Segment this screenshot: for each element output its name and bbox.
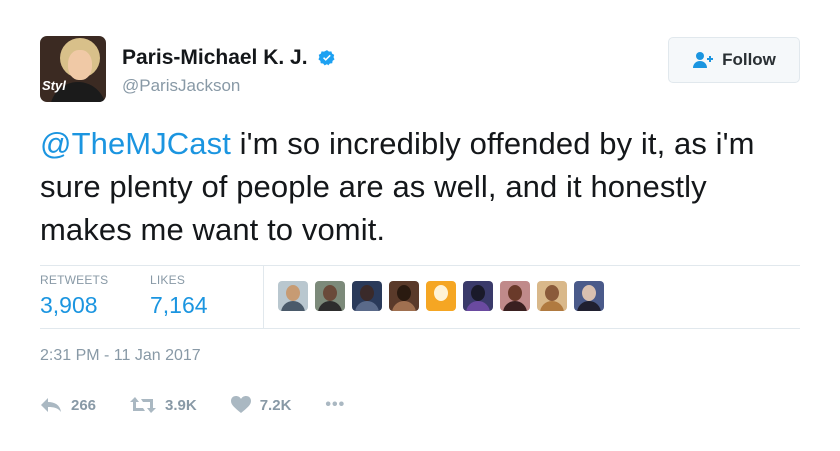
divider xyxy=(40,265,800,266)
stats-separator xyxy=(263,265,264,328)
more-dots-icon: ••• xyxy=(325,396,346,413)
liker-avatar[interactable] xyxy=(352,281,382,311)
likes-label: LIKES xyxy=(150,273,186,287)
verified-badge-icon xyxy=(318,50,335,66)
likes-count: 7,164 xyxy=(150,292,208,318)
retweet-icon xyxy=(130,397,157,413)
like-action[interactable]: 7.2K xyxy=(230,396,292,414)
reply-action[interactable]: 266 xyxy=(40,397,96,414)
liker-avatar[interactable] xyxy=(278,281,308,311)
tweet-timestamp[interactable]: 2:31 PM - 11 Jan 2017 xyxy=(40,347,201,365)
liker-avatar[interactable] xyxy=(537,281,567,311)
liker-avatar[interactable] xyxy=(574,281,604,311)
display-name[interactable]: Paris-Michael K. J. xyxy=(122,46,308,70)
liker-avatar[interactable] xyxy=(463,281,493,311)
follow-user-icon xyxy=(693,52,714,68)
likes-stat[interactable]: LIKES 7,164 xyxy=(150,273,208,319)
tweet-actions: 266 3.9K 7.2K ••• xyxy=(40,393,379,417)
divider xyxy=(40,328,800,329)
liker-avatar[interactable] xyxy=(389,281,419,311)
mention-link[interactable]: @TheMJCast xyxy=(40,126,231,161)
reply-icon xyxy=(41,398,61,412)
tweet-card: Styl Paris-Michael K. J. @ParisJackson F… xyxy=(0,0,840,451)
user-names: Paris-Michael K. J. @ParisJackson xyxy=(122,46,336,96)
user-handle[interactable]: @ParisJackson xyxy=(122,76,336,96)
tweet-text: @TheMJCast i'm so incredibly offended by… xyxy=(40,122,800,251)
retweets-label: RETWEETS xyxy=(40,273,109,287)
reply-count: 266 xyxy=(71,396,97,414)
retweets-stat[interactable]: RETWEETS 3,908 xyxy=(40,273,108,319)
follow-button-label: Follow xyxy=(722,50,776,69)
avatar[interactable]: Styl xyxy=(40,36,106,102)
heart-icon xyxy=(230,396,251,413)
liker-avatar[interactable] xyxy=(500,281,530,311)
liker-avatars xyxy=(278,281,611,315)
retweet-count: 3.9K xyxy=(165,396,197,414)
tweet-header: Styl Paris-Michael K. J. @ParisJackson F… xyxy=(40,36,800,106)
follow-button[interactable]: Follow xyxy=(668,37,800,83)
like-count: 7.2K xyxy=(259,396,292,414)
avatar-badge-text: Styl xyxy=(42,78,66,93)
retweets-count: 3,908 xyxy=(40,292,98,318)
liker-avatar[interactable] xyxy=(315,281,345,311)
more-action[interactable]: ••• xyxy=(325,396,345,414)
retweet-action[interactable]: 3.9K xyxy=(130,396,197,414)
liker-avatar[interactable] xyxy=(426,281,456,311)
